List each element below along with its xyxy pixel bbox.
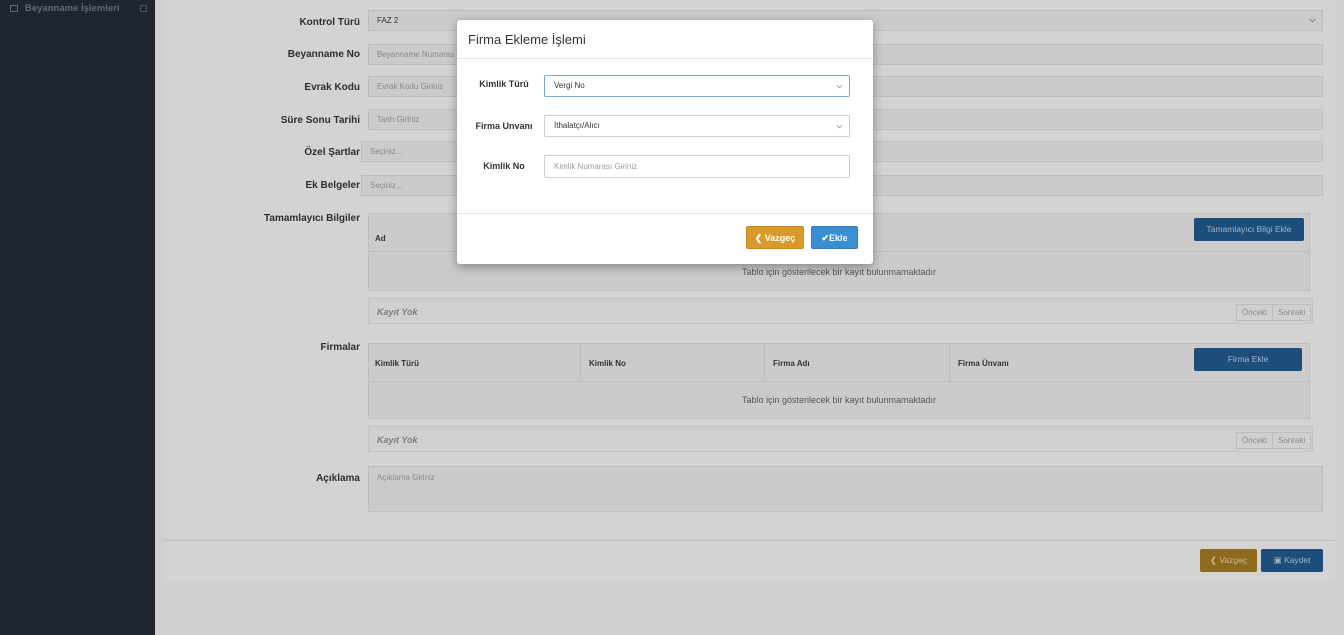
kimlik-turu-select[interactable]: Vergi No — [544, 75, 850, 97]
sidebar-item-label: Beyanname İşlemleri — [25, 2, 120, 14]
kimlik-no-label: Kimlik No — [483, 161, 525, 171]
chevron-icon — [140, 4, 147, 12]
chevron-down-icon — [836, 124, 843, 129]
kimlik-no-input[interactable]: Kimlik Numarası Giriniz — [544, 155, 850, 178]
modal-title: Firma Ekleme İşlemi — [468, 32, 586, 47]
firma-unvani-label: Firma Unvanı — [475, 121, 533, 131]
chevron-left-icon: ❮ — [754, 233, 765, 243]
modal-vazgec-button[interactable]: ❮ Vazgeç — [746, 226, 804, 249]
sidebar: Beyanname İşlemleri — [0, 0, 155, 635]
form-icon — [10, 4, 18, 12]
firma-unvani-value: İthalatçı/Alıcı — [554, 121, 600, 130]
modal-ekle-button[interactable]: ✔Ekle — [811, 226, 858, 249]
kimlik-turu-value: Vergi No — [554, 81, 585, 90]
chevron-down-icon — [836, 84, 843, 89]
modal-ekle-label: Ekle — [829, 233, 848, 243]
check-icon: ✔ — [821, 233, 830, 243]
firma-ekleme-modal: Firma Ekleme İşlemi Kimlik Türü Vergi No… — [457, 20, 873, 264]
firma-unvani-select[interactable]: İthalatçı/Alıcı — [544, 115, 850, 137]
modal-footer-divider — [457, 213, 873, 214]
modal-header-divider — [457, 58, 873, 59]
sidebar-item-beyanname-islemleri[interactable]: Beyanname İşlemleri — [0, 0, 155, 16]
kimlik-turu-label: Kimlik Türü — [479, 79, 529, 89]
modal-vazgec-label: Vazgeç — [764, 233, 796, 243]
